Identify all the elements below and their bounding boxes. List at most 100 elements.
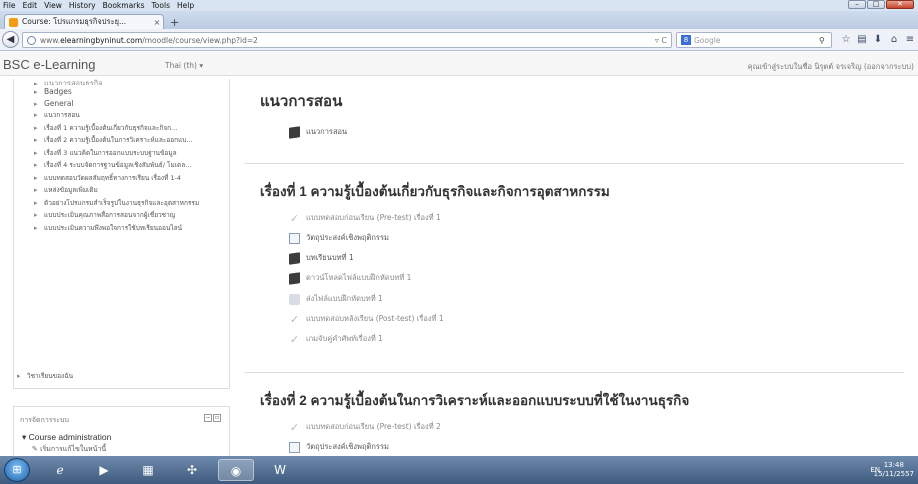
- activity-pretest-2[interactable]: ✓ แบบทดสอบก่อนเรียน (Pre-test) เรื่องที่…: [289, 420, 441, 434]
- menu-bookmarks[interactable]: Bookmarks: [103, 1, 145, 10]
- search-bar[interactable]: 8 Google ⚲: [676, 32, 832, 48]
- minimize-icon[interactable]: –: [848, 0, 866, 9]
- turn-editing-on[interactable]: เริ่มการแก้ไขในหน้านี้: [32, 444, 106, 455]
- activity-label[interactable]: แนวการสอน: [306, 126, 347, 138]
- favicon-icon: [9, 17, 18, 27]
- dock-icon[interactable]: −: [204, 414, 212, 422]
- activity-label[interactable]: แบบทดสอบก่อนเรียน (Pre-test) เรื่องที่ 1: [306, 212, 441, 224]
- activity-objectives-2[interactable]: วัตถุประสงค์เชิงพฤติกรรม: [289, 440, 389, 454]
- collapse-icon[interactable]: ▫: [213, 414, 221, 422]
- search-icon[interactable]: ⚲: [819, 36, 831, 45]
- section-divider: [244, 372, 904, 373]
- nav-item-topic-1[interactable]: เรื่องที่ 1 ความรู้เบื้องต้นเกี่ยวกับธุร…: [34, 124, 229, 134]
- search-placeholder: Google: [694, 35, 721, 45]
- activity-label[interactable]: ส่งไฟล์แบบฝึกหัดบทที่ 1: [306, 293, 383, 305]
- bookmark-star-icon[interactable]: ☆: [838, 34, 854, 45]
- close-icon[interactable]: ✕: [886, 0, 914, 9]
- menu-tools[interactable]: Tools: [152, 1, 170, 10]
- menu-file[interactable]: File: [3, 1, 16, 10]
- activity-download-exercise-1[interactable]: ดาวน์โหลดไฟล์แบบฝึกหัดบทที่ 1: [289, 271, 411, 285]
- section-2-title: เรื่องที่ 2 ความรู้เบื้องต้นในการวิเคราะ…: [260, 393, 690, 408]
- firefox-browser-icon[interactable]: ◉: [218, 459, 254, 481]
- activity-pretest-1[interactable]: ✓ แบบทดสอบก่อนเรียน (Pre-test) เรื่องที่…: [289, 211, 441, 225]
- activity-lesson-1[interactable]: บทเรียนบทที่ 1: [289, 251, 354, 265]
- back-arrow-icon[interactable]: ◀: [2, 31, 19, 48]
- book-icon: [289, 251, 300, 265]
- language-selector[interactable]: Thai (th) ▾: [165, 61, 203, 70]
- nav-item-badges[interactable]: Badges: [34, 87, 229, 97]
- administration-block: การจัดการระบบ − ▫ Course administration …: [13, 406, 230, 458]
- activity-posttest-1[interactable]: ✓ แบบทดสอบหลังเรียน (Post-test) เรื่องที…: [289, 312, 444, 326]
- home-icon[interactable]: ⌂: [886, 34, 902, 45]
- nav-item-cut[interactable]: แนวการสอนธุรกิจ: [34, 79, 229, 85]
- quiz-check-icon: ✓: [289, 211, 300, 225]
- navigation-block: แนวการสอนธุรกิจ Badges General แนวการสอน…: [13, 79, 230, 389]
- menu-edit[interactable]: Edit: [23, 1, 38, 10]
- ie-browser-icon[interactable]: ℯ: [42, 459, 78, 481]
- maximize-icon[interactable]: □: [867, 0, 885, 9]
- section-divider: [244, 163, 904, 164]
- tab-title: Course: โปรแกรมธุรกิจประยุ...: [22, 17, 127, 26]
- start-button-icon[interactable]: ⊞: [4, 458, 30, 482]
- page-icon: [289, 441, 300, 453]
- activity-label[interactable]: ดาวน์โหลดไฟล์แบบฝึกหัดบทที่ 1: [306, 272, 411, 284]
- activity-label[interactable]: บทเรียนบทที่ 1: [306, 252, 354, 264]
- section-1-title: เรื่องที่ 1 ความรู้เบื้องต้นเกี่ยวกับธุร…: [260, 184, 610, 199]
- activity-objectives-1[interactable]: วัตถุประสงค์เชิงพฤติกรรม: [289, 231, 389, 245]
- course-administration[interactable]: Course administration: [22, 432, 112, 443]
- nav-item-topic-2[interactable]: เรื่องที่ 2 ความรู้เบื้องต้นในการวิเคราะ…: [34, 136, 229, 146]
- activity-teaching-guide[interactable]: แนวการสอน: [289, 125, 347, 139]
- tab-strip: Course: โปรแกรมธุรกิจประยุ... × +: [0, 11, 918, 29]
- close-tab-icon[interactable]: ×: [151, 18, 163, 27]
- menu-icon[interactable]: ≡: [902, 34, 918, 45]
- activity-label[interactable]: แบบทดสอบหลังเรียน (Post-test) เรื่องที่ …: [306, 313, 444, 325]
- media-player-icon[interactable]: ▶: [86, 459, 122, 481]
- word-document-icon[interactable]: W: [262, 459, 298, 481]
- nav-item-topic-4[interactable]: เรื่องที่ 4 ระบบจัดการฐานข้อมูลเชิงสัมพั…: [34, 161, 229, 171]
- nav-item-achievement-test[interactable]: แบบทดสอบวัดผลสัมฤทธิ์ทางการเรียน เรื่องท…: [34, 174, 229, 184]
- nav-item-general[interactable]: General: [34, 99, 229, 109]
- globe-icon: [27, 35, 36, 45]
- system-clock[interactable]: 13:48 15/11/2557: [874, 461, 914, 479]
- activity-label[interactable]: วัตถุประสงค์เชิงพฤติกรรม: [306, 232, 389, 244]
- login-info[interactable]: คุณเข้าสู่ระบบในชื่อ นิรุตต์ จรเจริญ (ออ…: [748, 61, 914, 73]
- activity-label[interactable]: แบบทดสอบก่อนเรียน (Pre-test) เรื่องที่ 2: [306, 421, 441, 433]
- browser-tab[interactable]: Course: โปรแกรมธุรกิจประยุ... ×: [4, 14, 164, 29]
- navigation-bar: ◀ www.elearningbyninut.com/moodle/course…: [0, 29, 918, 51]
- nav-item-satisfaction-survey[interactable]: แบบประเมินความพึงพอใจการใช้บทเรียนออนไลน…: [34, 224, 229, 234]
- clock-time: 13:48: [883, 461, 904, 469]
- nav-item-software-examples[interactable]: ตัวอย่างโปรแกรมสำเร็จรูปในงานธุรกิจและอุ…: [34, 199, 229, 209]
- block-controls: − ▫: [203, 414, 221, 422]
- activity-label[interactable]: วัตถุประสงค์เชิงพฤติกรรม: [306, 441, 389, 453]
- section-0-title: แนวการสอน: [260, 93, 343, 110]
- nav-item-teaching-guide[interactable]: แนวการสอน: [34, 111, 229, 121]
- browser-menubar: File Edit View History Bookmarks Tools H…: [0, 0, 918, 11]
- course-content: แนวการสอน แนวการสอน เรื่องที่ 1 ความรู้เ…: [244, 76, 910, 456]
- activity-submit-exercise-1[interactable]: ส่งไฟล์แบบฝึกหัดบทที่ 1: [289, 292, 383, 306]
- nav-item-topic-3[interactable]: เรื่องที่ 3 แนวคิดในการออกแบบระบบฐานข้อม…: [34, 149, 229, 159]
- url-text: www.elearningbyninut.com/moodle/course/v…: [40, 35, 258, 45]
- quiz-check-icon: ✓: [289, 312, 300, 326]
- site-name[interactable]: BSC e-Learning: [3, 57, 96, 72]
- nav-item-my-courses[interactable]: วิชาเรียนของฉัน: [17, 372, 227, 382]
- site-header: BSC e-Learning Thai (th) ▾ คุณเข้าสู่ระบ…: [0, 52, 918, 76]
- menu-help[interactable]: Help: [177, 1, 194, 10]
- page-icon: [289, 232, 300, 244]
- file-explorer-icon[interactable]: ▦: [130, 459, 166, 481]
- address-bar[interactable]: www.elearningbyninut.com/moodle/course/v…: [22, 32, 672, 48]
- reload-icon[interactable]: ▿ C: [655, 36, 667, 45]
- new-tab-icon[interactable]: +: [170, 16, 179, 29]
- nav-item-resources[interactable]: แหล่งข้อมูลเพิ่มเติม: [34, 186, 229, 196]
- nav-item-expert-evaluation[interactable]: แบบประเมินคุณภาพสื่อการสอนจากผู้เชี่ยวชา…: [34, 211, 229, 221]
- quiz-check-icon: ✓: [289, 420, 300, 434]
- network-icon[interactable]: ✣: [174, 459, 210, 481]
- bookmarks-list-icon[interactable]: ▤: [854, 34, 870, 45]
- menu-history[interactable]: History: [69, 1, 96, 10]
- download-icon[interactable]: ⬇: [870, 34, 886, 45]
- menu-view[interactable]: View: [44, 1, 62, 10]
- activity-vocab-game-1[interactable]: ✓ เกมจับคู่คำศัพท์เรื่องที่ 1: [289, 332, 383, 346]
- windows-taskbar: ⊞ ℯ ▶ ▦ ✣ ◉ W EN 13:48 15/11/2557: [0, 456, 918, 484]
- activity-label[interactable]: เกมจับคู่คำศัพท์เรื่องที่ 1: [306, 333, 383, 345]
- clock-date: 15/11/2557: [873, 470, 914, 478]
- search-engine-icon[interactable]: 8: [681, 35, 691, 45]
